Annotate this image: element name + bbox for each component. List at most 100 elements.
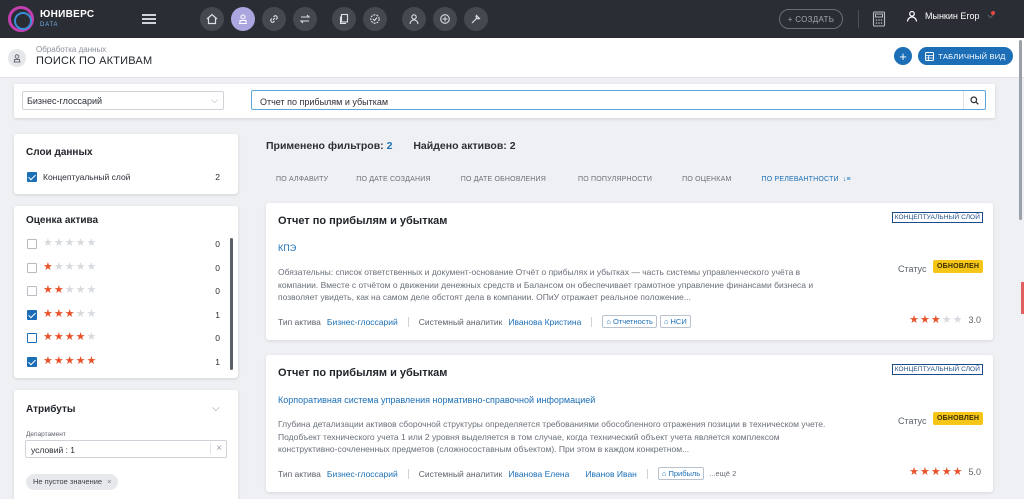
card-meta: Тип актива Бизнес-глоссарий Системный анал… (278, 315, 694, 328)
star-icon: ★ (930, 314, 942, 326)
type-label: Тип актива (278, 316, 321, 327)
star-icon: ★ (64, 237, 76, 249)
user-icon[interactable] (402, 7, 426, 31)
rating-value: 5.0 (968, 466, 981, 477)
settings-check-icon[interactable] (363, 7, 387, 31)
clear-icon[interactable]: × (210, 443, 222, 454)
divider (858, 10, 859, 28)
logo[interactable]: ЮНИВЕРС DATA (8, 6, 128, 32)
attributes-title: Атрибуты (26, 404, 76, 415)
main-nav (200, 7, 488, 31)
layer-count: 2 (215, 172, 220, 182)
card-description: Глубина детализации активов сборочной ст… (278, 419, 826, 454)
results-summary: Применено фильтров: 2 Найдено активов: 2 (266, 140, 516, 152)
asset-card[interactable]: Отчет по прибылям и убыткам КОНЦЕПТУАЛЬНЫ… (266, 355, 993, 492)
applied-filters-count: 2 (386, 140, 393, 152)
card-title[interactable]: Отчет по прибылям и убыткам (278, 367, 447, 379)
analyst-link[interactable]: Иванов Иван (585, 469, 637, 479)
breadcrumb[interactable]: Обработка данных (36, 45, 106, 54)
table-icon (925, 51, 935, 61)
department-field[interactable]: условий : 1 × (25, 440, 227, 458)
rating-checkbox[interactable] (27, 356, 37, 367)
assets-icon[interactable] (231, 7, 255, 31)
scope-select[interactable]: Бизнес-глоссарий ⌵ (22, 91, 224, 110)
create-button[interactable]: + СОЗДАТЬ (779, 9, 843, 29)
rating-title: Оценка актива (26, 215, 99, 226)
star-icon: ★ (53, 284, 65, 296)
sort-option[interactable]: ПО РЕЛЕВАНТНОСТИ ↓≡ (761, 176, 850, 183)
type-link[interactable]: Бизнес-глоссарий (327, 317, 398, 327)
rating-checkbox[interactable] (27, 333, 37, 343)
home-icon[interactable] (200, 7, 224, 31)
add-button[interactable]: + (894, 47, 912, 65)
layer-checkbox[interactable] (27, 172, 37, 182)
top-bar: ЮНИВЕРС DATA + СОЗДАТЬ Мынкин Егор ⌵ (0, 0, 1024, 38)
rating-checkbox[interactable] (27, 286, 37, 296)
department-label: Департамент (26, 431, 66, 438)
user-avatar-icon (906, 10, 918, 22)
tag[interactable]: ⌂ Прибыль (657, 467, 705, 480)
rating-scrollbar[interactable] (230, 238, 233, 370)
card-description: Обязательны: список ответственных и доку… (278, 267, 814, 302)
star-icon: ★ (53, 307, 65, 320)
tools-icon[interactable] (464, 7, 488, 31)
status-badge: ОБНОВЛЕН (933, 260, 984, 273)
sort-option[interactable]: ПО ОЦЕНКАМ (682, 176, 731, 183)
card-title[interactable]: Отчет по прибылям и убыткам (278, 215, 447, 227)
star-icon: ★ (86, 331, 98, 343)
star-icon: ★ (64, 284, 76, 296)
type-link[interactable]: Бизнес-глоссарий (327, 469, 398, 479)
rating-count: 0 (215, 239, 220, 249)
rating-checkbox[interactable] (27, 309, 37, 320)
tag[interactable]: ⌂ НСИ (659, 315, 691, 328)
star-icon: ★ (43, 237, 54, 249)
asset-card[interactable]: Отчет по прибылям и убыткам КОНЦЕПТУАЛЬНЫ… (266, 203, 993, 340)
star-icon: ★ (909, 314, 920, 326)
rating-checkbox[interactable] (27, 262, 37, 273)
sort-option[interactable]: ПО АЛФАВИТУ (276, 176, 328, 183)
exchange-icon[interactable] (293, 7, 317, 31)
page-scrollbar[interactable] (1019, 40, 1022, 220)
copy-icon[interactable] (332, 7, 356, 31)
table-view-button[interactable]: ТАБЛИЧНЫЙ ВИД (918, 47, 1013, 65)
star-icon: ★ (53, 354, 65, 367)
analyst-link[interactable]: Иванова Кристина (508, 317, 581, 327)
analyst-label: Системный аналитик (418, 316, 503, 327)
search-input[interactable] (251, 90, 986, 110)
type-label: Тип актива (278, 468, 321, 479)
layer-badge: КОНЦЕПТУАЛЬНЫЙ СЛОЙ (891, 212, 983, 223)
network-icon[interactable] (433, 7, 457, 31)
card-subtitle-link[interactable]: КПЭ (278, 243, 296, 253)
star-icon: ★ (75, 284, 87, 296)
sort-option[interactable]: ПО ДАТЕ ОБНОВЛЕНИЯ (461, 176, 546, 183)
card-subtitle-link[interactable]: Корпоративная система управления нормати… (278, 395, 595, 405)
filter-chip[interactable]: Не пустое значение × (26, 474, 119, 490)
rating-count: 1 (215, 356, 220, 367)
star-icon: ★ (43, 284, 54, 296)
rating-checkbox[interactable] (27, 239, 37, 249)
star-icon: ★ (75, 331, 87, 343)
analyst-label: Системный аналитик (418, 468, 503, 479)
search-button[interactable] (963, 91, 985, 109)
star-icon: ★ (53, 331, 65, 343)
sort-option[interactable]: ПО ПОПУЛЯРНОСТИ (578, 176, 652, 183)
layers-title: Слои данных (26, 147, 93, 158)
applied-filters-label: Применено фильтров: (266, 140, 384, 152)
analyst-link[interactable]: Иванова Елена (508, 469, 569, 479)
more-tags[interactable]: ...ещё 2 (709, 469, 736, 478)
menu-icon[interactable] (142, 14, 156, 24)
chevron-down-icon[interactable]: ⌵ (212, 403, 220, 414)
sort-option[interactable]: ПО ДАТЕ СОЗДАНИЯ (356, 176, 431, 183)
link-icon[interactable] (262, 7, 286, 31)
star-icon: ★ (86, 260, 98, 273)
rating-count: 0 (215, 262, 220, 273)
rating-stars: ★★★★★ (43, 307, 97, 320)
tag[interactable]: ⌂ Отчетность (602, 315, 657, 328)
found-assets: Найдено активов: 2 (413, 140, 516, 152)
user-menu[interactable]: Мынкин Егор ⌵ (906, 10, 994, 22)
rating-panel: Оценка актива ★★★★★ 0 ★★★★★ 0 ★★★★★ 0 ★★★★★ 1 ★★… (14, 206, 238, 378)
close-icon[interactable]: × (107, 477, 111, 486)
status-label: Статус (898, 264, 927, 274)
calculator-icon[interactable] (872, 11, 886, 27)
star-icon: ★ (64, 307, 76, 320)
